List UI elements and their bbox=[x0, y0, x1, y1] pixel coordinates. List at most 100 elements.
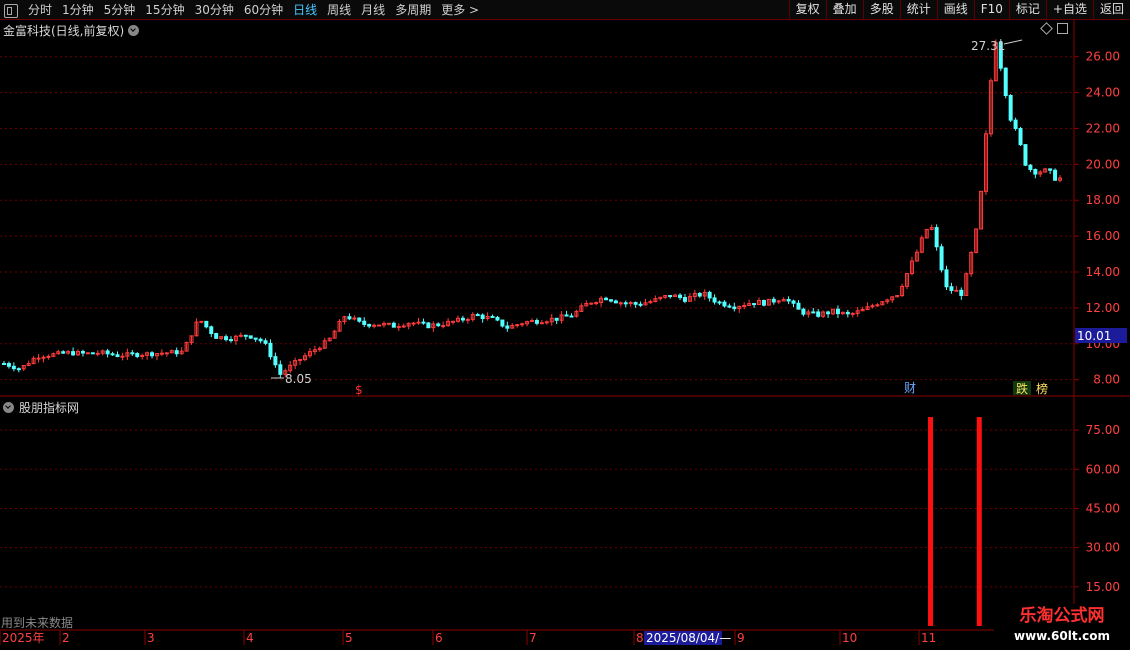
candle bbox=[979, 190, 984, 230]
candle bbox=[702, 289, 707, 300]
candle-body bbox=[214, 333, 219, 339]
candle bbox=[747, 299, 752, 307]
candle-body bbox=[1053, 169, 1058, 181]
indicator-bars bbox=[928, 417, 982, 626]
candle bbox=[46, 354, 51, 360]
candle bbox=[1018, 126, 1023, 146]
candle bbox=[332, 329, 337, 339]
candle bbox=[248, 335, 253, 339]
candle bbox=[1033, 168, 1038, 179]
candle-body bbox=[61, 351, 66, 354]
candle bbox=[623, 300, 628, 308]
candle-body bbox=[618, 302, 623, 305]
candle bbox=[707, 290, 712, 302]
candle-body bbox=[95, 352, 100, 355]
candle-body bbox=[278, 364, 283, 375]
candle-body bbox=[209, 326, 214, 335]
candle bbox=[293, 357, 298, 369]
candle bbox=[120, 352, 125, 361]
time-tick-label: 8 bbox=[636, 631, 644, 645]
candle bbox=[1048, 168, 1053, 174]
candle bbox=[214, 332, 219, 339]
candle-body bbox=[238, 334, 243, 337]
candle bbox=[465, 317, 470, 324]
chevron-down-icon[interactable] bbox=[3, 402, 14, 413]
candle bbox=[431, 321, 436, 332]
candle bbox=[737, 305, 742, 313]
candle bbox=[421, 318, 426, 325]
candle-body bbox=[416, 321, 421, 324]
candle bbox=[21, 364, 26, 372]
candle bbox=[396, 323, 401, 331]
candle bbox=[974, 228, 979, 254]
candle bbox=[130, 349, 135, 356]
candle bbox=[544, 320, 549, 325]
candle bbox=[835, 305, 840, 319]
candle bbox=[826, 310, 831, 318]
price-tick-label: 12.00 bbox=[1086, 301, 1120, 315]
candle bbox=[451, 320, 456, 325]
candle bbox=[756, 297, 761, 306]
candle-body bbox=[717, 301, 722, 304]
candle-body bbox=[835, 308, 840, 315]
candle-body bbox=[441, 325, 446, 328]
candle-body bbox=[959, 289, 964, 296]
candle bbox=[485, 312, 490, 321]
indicator-tick-label: 45.00 bbox=[1086, 501, 1120, 515]
candle bbox=[584, 300, 589, 307]
candle bbox=[589, 302, 594, 305]
candle bbox=[209, 325, 214, 338]
candle-body bbox=[796, 302, 801, 310]
candle bbox=[219, 336, 224, 341]
candle-body bbox=[608, 299, 613, 302]
candle bbox=[1043, 167, 1048, 173]
candle bbox=[110, 351, 115, 356]
candle-body bbox=[357, 317, 362, 322]
indicator-title[interactable]: 股朋指标网 bbox=[3, 399, 79, 416]
candle bbox=[367, 323, 372, 329]
price-tick-label: 8.00 bbox=[1093, 373, 1120, 387]
candle bbox=[840, 311, 845, 316]
candle bbox=[41, 355, 46, 363]
candle bbox=[455, 315, 460, 323]
candle-body bbox=[534, 320, 539, 324]
candle-body bbox=[954, 289, 959, 292]
candle bbox=[628, 300, 633, 307]
candle bbox=[599, 295, 604, 307]
candle-body bbox=[816, 311, 821, 317]
candle bbox=[682, 294, 687, 304]
candle bbox=[569, 313, 574, 318]
candle bbox=[549, 313, 554, 326]
candle bbox=[253, 337, 258, 342]
candle-body bbox=[633, 302, 638, 305]
candle bbox=[816, 308, 821, 318]
candle bbox=[692, 289, 697, 301]
candle-body bbox=[678, 294, 683, 299]
candle bbox=[949, 282, 954, 294]
low-price-label: 8.05 bbox=[285, 372, 312, 386]
kline-chart[interactable]: 26.00 24.00 22.00 20.00 18.00 16.00 14.00 12.00… bbox=[0, 0, 1130, 650]
candle bbox=[653, 295, 658, 303]
candle bbox=[865, 302, 870, 311]
price-tick-label: 20.00 bbox=[1086, 157, 1120, 171]
candle bbox=[1013, 117, 1018, 131]
candle-body bbox=[1033, 168, 1038, 175]
candle bbox=[401, 323, 406, 328]
candle bbox=[964, 272, 969, 296]
indicator-tick-label: 15.00 bbox=[1086, 580, 1120, 594]
candle-body bbox=[411, 322, 416, 325]
candle bbox=[475, 312, 480, 317]
candle-body bbox=[268, 342, 273, 358]
candle-body bbox=[347, 316, 352, 320]
candle-body bbox=[786, 298, 791, 302]
candle-body bbox=[90, 352, 95, 355]
candle bbox=[801, 307, 806, 317]
candle bbox=[26, 360, 31, 367]
candle bbox=[776, 299, 781, 305]
candle bbox=[238, 332, 243, 338]
candle-body bbox=[199, 320, 204, 323]
candle bbox=[278, 360, 283, 379]
future-data-note: 用到未来数据 bbox=[1, 616, 74, 630]
candle-body bbox=[1028, 164, 1033, 170]
time-tick-label: 2 bbox=[62, 631, 70, 645]
